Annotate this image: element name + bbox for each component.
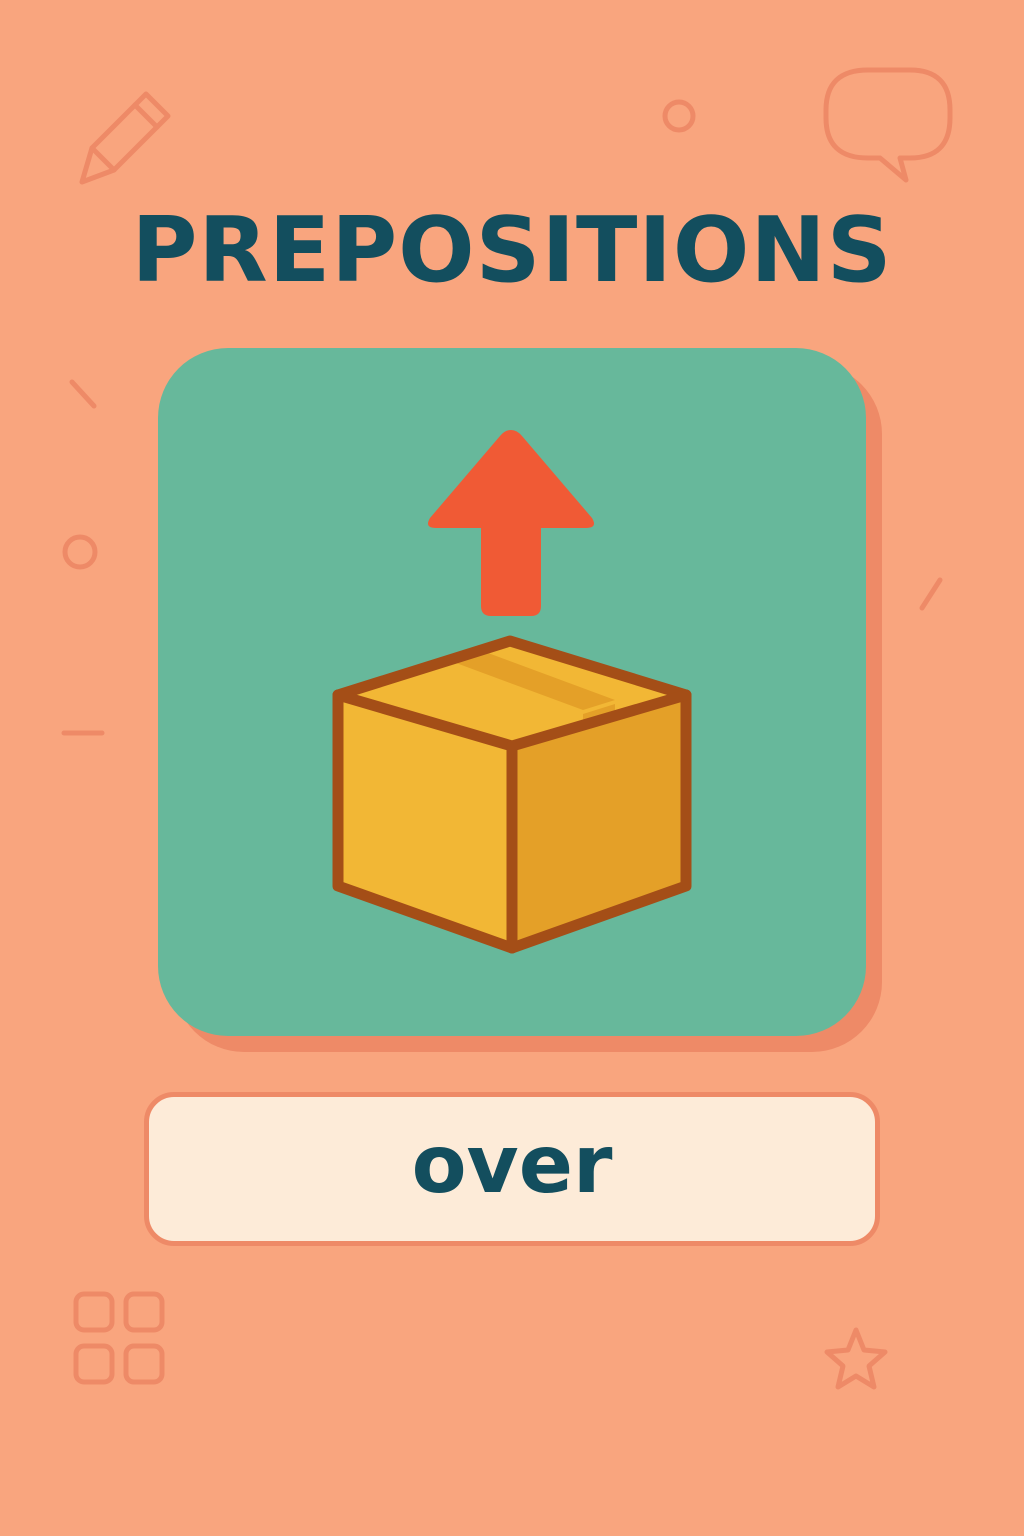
grid-icon: [73, 1291, 165, 1385]
dash-icon: [69, 379, 97, 409]
circle-icon: [662, 99, 696, 133]
word-label: over: [411, 1118, 613, 1211]
page-title: PREPOSITIONS: [131, 198, 893, 303]
illustration: [332, 430, 692, 954]
speech-bubble-icon: [823, 67, 953, 183]
cardboard-box-icon: [332, 635, 692, 954]
up-arrow-icon: [428, 430, 594, 616]
dash-icon: [919, 577, 943, 611]
circle-icon: [62, 534, 98, 570]
illustration-card: [158, 348, 866, 1036]
pencil-icon: [79, 91, 171, 185]
star-icon: [824, 1327, 888, 1390]
word-label-box: over: [144, 1092, 880, 1246]
